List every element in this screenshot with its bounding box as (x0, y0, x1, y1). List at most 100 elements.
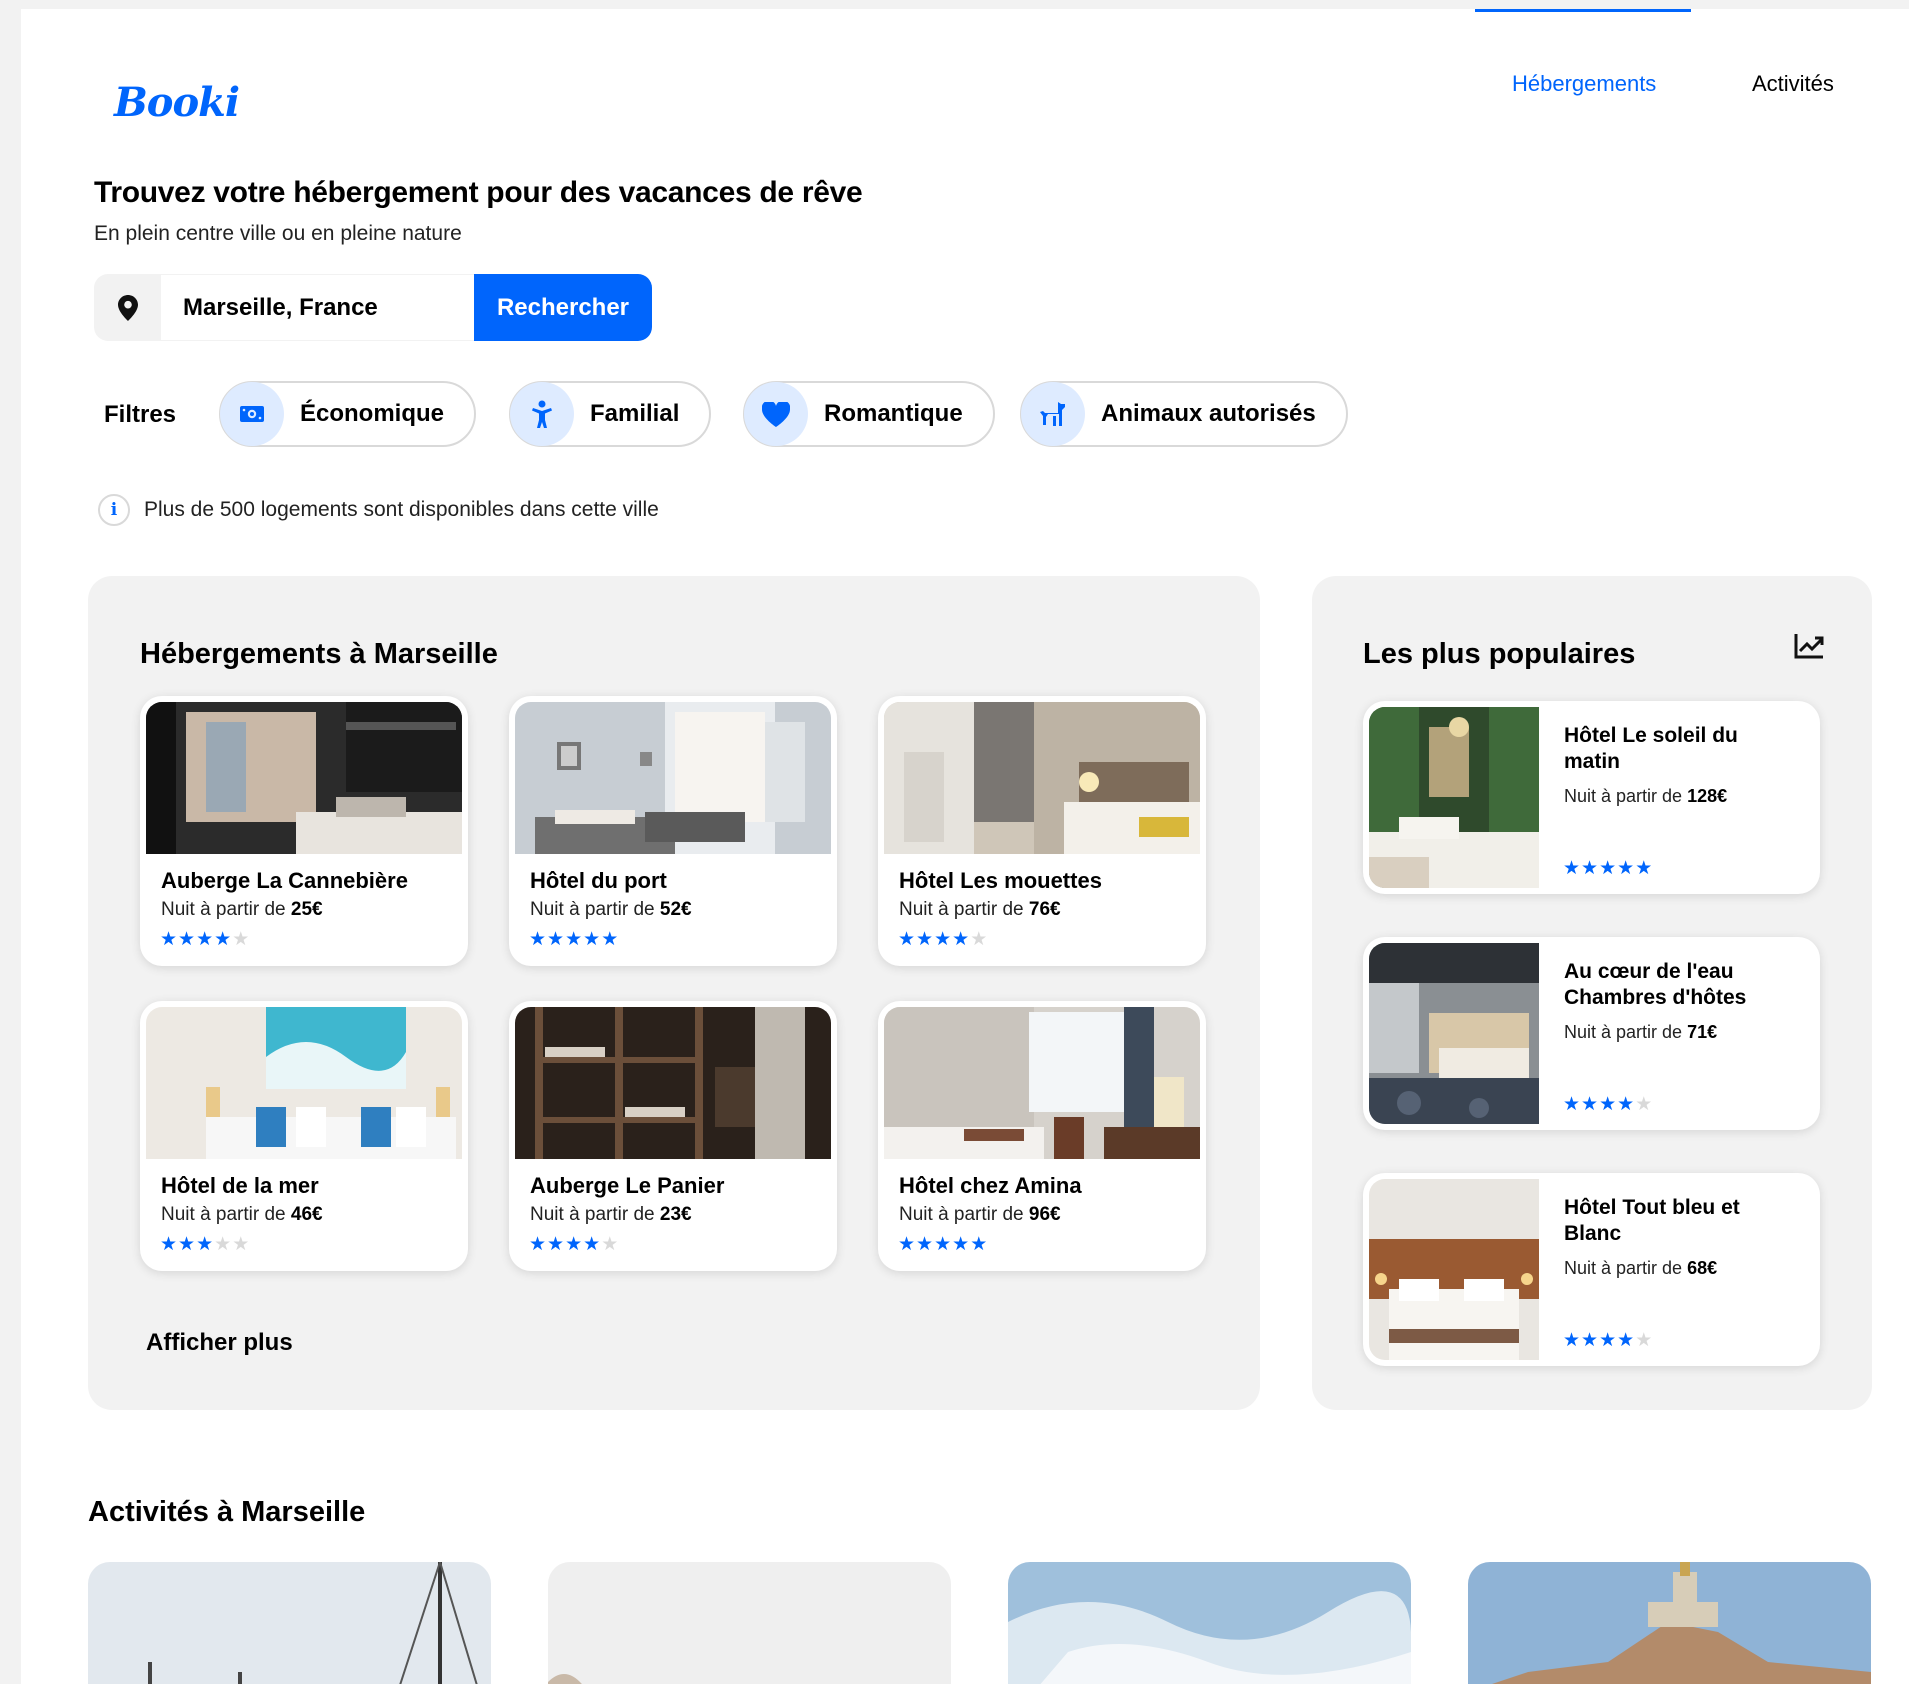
filter-animaux[interactable]: Animaux autorisés (1020, 381, 1348, 447)
star-filled-icon: ★ (160, 929, 179, 950)
filter-label: Économique (300, 400, 445, 427)
star-empty-icon: ★ (1635, 1330, 1654, 1351)
rating-stars: ★ ★ ★ ★ ★ (529, 930, 619, 949)
star-filled-icon: ★ (160, 1234, 179, 1255)
filter-romantique[interactable]: Romantique (743, 381, 995, 447)
star-filled-icon: ★ (1563, 1330, 1582, 1351)
nav-activites[interactable]: Activités (1752, 71, 1834, 97)
lodging-price: Nuit à partir de 25€ (161, 899, 323, 920)
lodgings-title: Hébergements à Marseille (140, 638, 498, 670)
activities-title: Activités à Marseille (88, 1496, 366, 1528)
page: Booki Hébergements Activités Trouvez vot… (21, 9, 1909, 1684)
lodging-price: Nuit à partir de 52€ (530, 899, 692, 920)
star-filled-icon: ★ (214, 929, 233, 950)
info-icon: i (98, 494, 130, 526)
lodging-card[interactable]: Hôtel du port Nuit à partir de 52€ ★ ★ ★ ★ ★ (509, 696, 837, 966)
star-filled-icon: ★ (178, 1234, 197, 1255)
star-empty-icon: ★ (1635, 1094, 1654, 1115)
filter-label: Familial (590, 400, 680, 427)
search-input[interactable] (161, 274, 474, 341)
filter-economique[interactable]: Économique (219, 381, 477, 447)
star-filled-icon: ★ (952, 929, 971, 950)
activity-card[interactable] (1468, 1562, 1871, 1684)
lodging-card[interactable]: Hôtel de la mer Nuit à partir de 46€ ★ ★ ★… (140, 1001, 468, 1271)
lodging-name: Hôtel chez Amina (899, 1173, 1082, 1198)
star-empty-icon: ★ (214, 1234, 233, 1255)
filter-label: Romantique (824, 400, 963, 427)
lodging-photo (515, 1007, 831, 1159)
lodging-photo (884, 702, 1200, 854)
star-filled-icon: ★ (196, 929, 215, 950)
child-icon (510, 382, 574, 446)
filters-label: Filtres (104, 401, 177, 428)
star-filled-icon: ★ (1599, 858, 1618, 879)
star-empty-icon: ★ (232, 1234, 251, 1255)
activity-card[interactable] (88, 1562, 491, 1684)
rating-stars: ★ ★ ★ ★ ★ (529, 1235, 619, 1254)
star-filled-icon: ★ (583, 1234, 602, 1255)
lodging-price: Nuit à partir de 46€ (161, 1204, 323, 1225)
popular-price: Nuit à partir de 71€ (1564, 1022, 1718, 1042)
star-filled-icon: ★ (1617, 1330, 1636, 1351)
popular-card[interactable]: Au cœur de l'eau Chambres d'hôtes Nuit à… (1363, 937, 1820, 1130)
popular-card[interactable]: Hôtel Tout bleu et Blanc Nuit à partir d… (1363, 1173, 1820, 1366)
popular-photo (1369, 943, 1539, 1124)
hero-title: Trouvez votre hébergement pour des vacan… (94, 176, 863, 209)
star-filled-icon: ★ (196, 1234, 215, 1255)
popular-name: Hôtel Le soleil du matin (1564, 724, 1738, 773)
popular-price: Nuit à partir de 128€ (1564, 786, 1728, 806)
search-button[interactable]: Rechercher (474, 274, 652, 341)
star-filled-icon: ★ (1617, 1094, 1636, 1115)
star-filled-icon: ★ (1581, 1330, 1600, 1351)
lodging-name: Auberge Le Panier (530, 1173, 725, 1198)
star-filled-icon: ★ (970, 1234, 989, 1255)
popular-name: Hôtel Tout bleu et Blanc (1564, 1196, 1740, 1245)
star-filled-icon: ★ (547, 929, 566, 950)
heart-icon (744, 382, 808, 446)
star-filled-icon: ★ (565, 929, 584, 950)
rating-stars: ★ ★ ★ ★ ★ (160, 1235, 250, 1254)
rating-stars: ★ ★ ★ ★ ★ (1563, 1331, 1653, 1350)
popular-price: Nuit à partir de 68€ (1564, 1258, 1718, 1278)
star-empty-icon: ★ (601, 1234, 620, 1255)
money-icon (220, 382, 284, 446)
nav-hebergements[interactable]: Hébergements (1512, 71, 1656, 97)
star-filled-icon: ★ (898, 1234, 917, 1255)
booki-logo[interactable]: Booki (114, 79, 240, 126)
star-filled-icon: ★ (1581, 1094, 1600, 1115)
star-filled-icon: ★ (898, 929, 917, 950)
lodging-card[interactable]: Auberge La Cannebière Nuit à partir de 2… (140, 696, 468, 966)
star-empty-icon: ★ (970, 929, 989, 950)
star-filled-icon: ★ (565, 1234, 584, 1255)
lodging-card[interactable]: Auberge Le Panier Nuit à partir de 23€ ★… (509, 1001, 837, 1271)
activity-card[interactable] (548, 1562, 951, 1684)
lodging-price: Nuit à partir de 23€ (530, 1204, 692, 1225)
rating-stars: ★ ★ ★ ★ ★ (160, 930, 250, 949)
star-filled-icon: ★ (1581, 858, 1600, 879)
popular-photo (1369, 1179, 1539, 1360)
lodging-name: Hôtel de la mer (161, 1173, 319, 1198)
popular-photo (1369, 707, 1539, 888)
rating-stars: ★ ★ ★ ★ ★ (1563, 859, 1653, 878)
star-empty-icon: ★ (232, 929, 251, 950)
star-filled-icon: ★ (1563, 1094, 1582, 1115)
star-filled-icon: ★ (547, 1234, 566, 1255)
nav-active-indicator (1475, 9, 1691, 12)
star-filled-icon: ★ (934, 929, 953, 950)
lodging-card[interactable]: Hôtel Les mouettes Nuit à partir de 76€ … (878, 696, 1206, 966)
info-banner: i Plus de 500 logements sont disponibles… (98, 494, 659, 526)
search-bar: Rechercher (94, 274, 652, 341)
star-filled-icon: ★ (1617, 858, 1636, 879)
filter-familial[interactable]: Familial (509, 381, 712, 447)
info-text: Plus de 500 logements sont disponibles d… (144, 498, 659, 521)
popular-card[interactable]: Hôtel Le soleil du matin Nuit à partir d… (1363, 701, 1820, 894)
filter-label: Animaux autorisés (1101, 400, 1316, 427)
lodging-photo (515, 702, 831, 854)
hero-subtitle: En plein centre ville ou en pleine natur… (94, 222, 462, 245)
star-filled-icon: ★ (1599, 1094, 1618, 1115)
lodging-card[interactable]: Hôtel chez Amina Nuit à partir de 96€ ★ ★… (878, 1001, 1206, 1271)
show-more-link[interactable]: Afficher plus (146, 1329, 293, 1357)
activity-card[interactable] (1008, 1562, 1411, 1684)
star-filled-icon: ★ (934, 1234, 953, 1255)
lodging-photo (146, 702, 462, 854)
